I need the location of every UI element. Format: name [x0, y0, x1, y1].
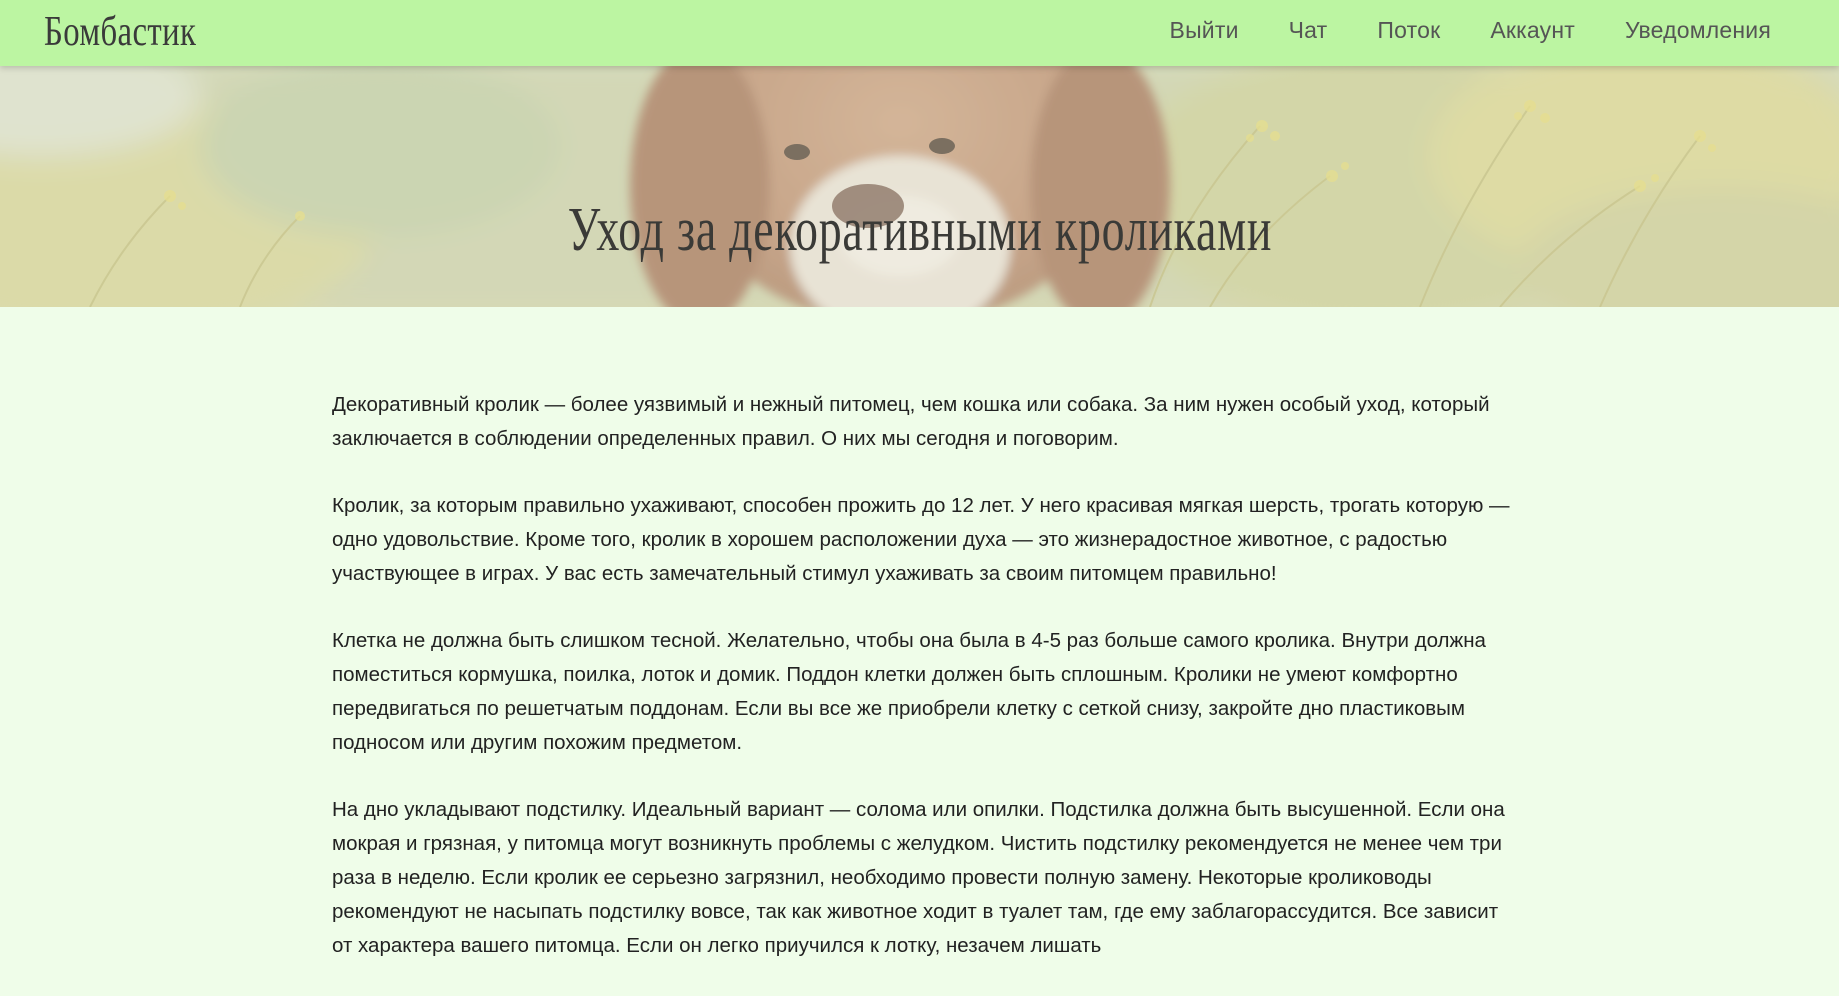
- nav-chat[interactable]: Чат: [1289, 17, 1328, 44]
- nav-logout[interactable]: Выйти: [1170, 17, 1239, 44]
- brand-logo[interactable]: Бомбастик: [44, 7, 196, 57]
- nav-feed[interactable]: Поток: [1377, 17, 1440, 44]
- hero-banner: Уход за декоративными кроликами: [0, 66, 1839, 307]
- article-paragraph: Клетка не должна быть слишком тесной. Же…: [332, 629, 1486, 754]
- article-paragraph: Декоративный кролик — более уязвимый и н…: [332, 393, 1490, 450]
- nav-notifications[interactable]: Уведомления: [1625, 17, 1771, 44]
- top-navbar: Бомбастик Выйти Чат Поток Аккаунт Уведом…: [0, 0, 1839, 66]
- nav-links: Выйти Чат Поток Аккаунт Уведомления: [1170, 0, 1771, 60]
- page-title: Уход за декоративными кроликами: [567, 196, 1272, 264]
- article-paragraph: Кролик, за которым правильно ухаживают, …: [332, 494, 1510, 585]
- nav-account[interactable]: Аккаунт: [1490, 17, 1575, 44]
- article-paragraph: На дно укладывают подстилку. Идеальный в…: [332, 798, 1505, 957]
- article-body: Декоративный кролик — более уязвимый и н…: [332, 388, 1522, 996]
